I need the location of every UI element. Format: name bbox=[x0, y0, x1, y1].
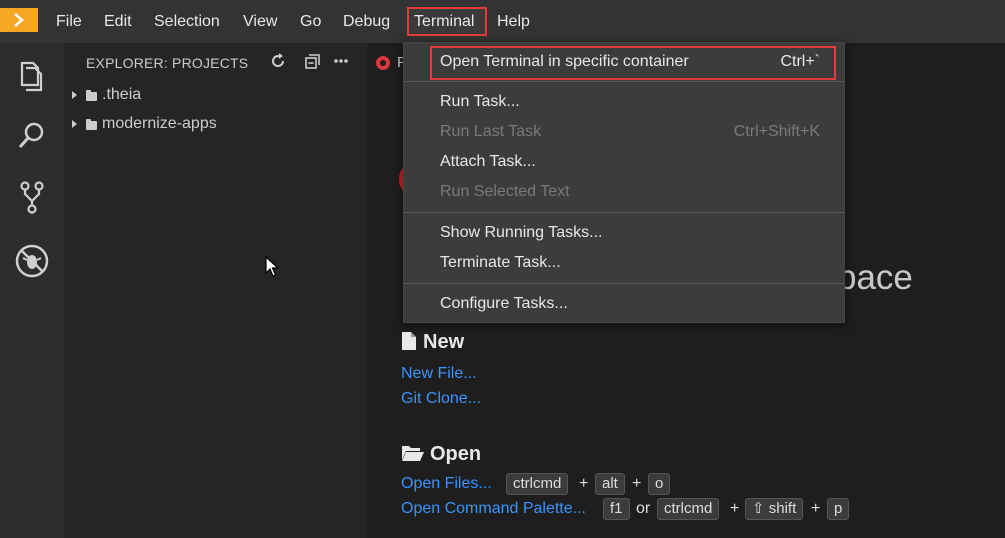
menu-separator bbox=[404, 283, 844, 284]
more-actions-icon[interactable] bbox=[332, 52, 350, 70]
menu-selection[interactable]: Selection bbox=[154, 12, 220, 32]
plus-sign: + bbox=[811, 500, 821, 517]
new-file-link[interactable]: New File... bbox=[401, 365, 477, 383]
refresh-icon[interactable] bbox=[269, 52, 287, 70]
chevron-right-icon bbox=[72, 91, 77, 99]
menu-item-attach-task[interactable]: Attach Task... bbox=[404, 148, 844, 176]
tree-item-label: modernize-apps bbox=[102, 115, 217, 132]
open-files-link[interactable]: Open Files... bbox=[401, 475, 492, 493]
keybinding-f1: f1 bbox=[603, 498, 630, 520]
mouse-pointer-icon bbox=[265, 256, 279, 277]
menu-separator bbox=[404, 81, 844, 82]
folder-icon bbox=[86, 90, 97, 101]
collapse-all-icon[interactable] bbox=[303, 52, 321, 70]
app-logo[interactable] bbox=[0, 8, 38, 32]
shortcut-label: Ctrl+Shift+K bbox=[733, 123, 820, 140]
keybinding-alt: alt bbox=[595, 473, 625, 495]
or-text: or bbox=[636, 500, 651, 517]
open-command-palette-link[interactable]: Open Command Palette... bbox=[401, 500, 586, 518]
menu-edit[interactable]: Edit bbox=[104, 12, 132, 32]
files-icon[interactable] bbox=[14, 59, 50, 93]
new-section-title: New bbox=[401, 331, 464, 357]
open-terminal-highlight bbox=[430, 46, 836, 80]
welcome-heading: pace bbox=[837, 258, 913, 297]
keybinding-ctrlcmd: ctrlcmd bbox=[657, 498, 720, 520]
keybinding-ctrlcmd: ctrlcmd bbox=[506, 473, 569, 495]
debug-icon[interactable] bbox=[14, 243, 50, 279]
explorer-title: EXPLORER: PROJECTS bbox=[86, 55, 249, 71]
terminal-dropdown-menu: Open Terminal in specific container Ctrl… bbox=[403, 42, 845, 323]
menu-go[interactable]: Go bbox=[300, 12, 321, 32]
activity-bar bbox=[0, 43, 64, 538]
folder-open-icon bbox=[402, 446, 424, 461]
folder-icon bbox=[86, 119, 97, 130]
menu-bar: File Edit Selection View Go Debug Termin… bbox=[0, 0, 1005, 43]
menu-item-run-last-task[interactable]: Run Last Task Ctrl+Shift+K bbox=[404, 118, 844, 146]
chevron-right-icon bbox=[14, 13, 24, 27]
menu-item-run-task[interactable]: Run Task... bbox=[404, 88, 844, 116]
menu-item-terminate-task[interactable]: Terminate Task... bbox=[404, 249, 844, 277]
menu-terminal[interactable]: Terminal bbox=[414, 12, 474, 32]
menu-item-run-selected-text[interactable]: Run Selected Text bbox=[404, 178, 844, 206]
chevron-right-icon bbox=[72, 120, 77, 128]
menu-item-show-running-tasks[interactable]: Show Running Tasks... bbox=[404, 219, 844, 247]
theia-logo-icon bbox=[376, 56, 390, 70]
menu-file[interactable]: File bbox=[56, 12, 82, 32]
explorer-sidebar: EXPLORER: PROJECTS .theia modernize-apps bbox=[64, 43, 367, 538]
plus-sign: + bbox=[730, 500, 740, 517]
plus-sign: + bbox=[632, 475, 642, 492]
tree-item-label: .theia bbox=[102, 86, 142, 103]
file-icon bbox=[402, 332, 416, 350]
search-icon[interactable] bbox=[14, 119, 50, 153]
git-clone-link[interactable]: Git Clone... bbox=[401, 390, 481, 408]
menu-view[interactable]: View bbox=[243, 12, 277, 32]
menu-help[interactable]: Help bbox=[497, 12, 530, 32]
menu-item-configure-tasks[interactable]: Configure Tasks... bbox=[404, 290, 844, 318]
menu-debug[interactable]: Debug bbox=[343, 12, 390, 32]
keybinding-p: p bbox=[827, 498, 850, 520]
keybinding-o: o bbox=[648, 473, 671, 495]
source-control-icon[interactable] bbox=[14, 179, 50, 215]
keybinding-shift: ⇧ shift bbox=[745, 498, 804, 520]
menu-separator bbox=[404, 212, 844, 213]
plus-sign: + bbox=[579, 475, 589, 492]
open-section-title: Open bbox=[401, 443, 481, 469]
